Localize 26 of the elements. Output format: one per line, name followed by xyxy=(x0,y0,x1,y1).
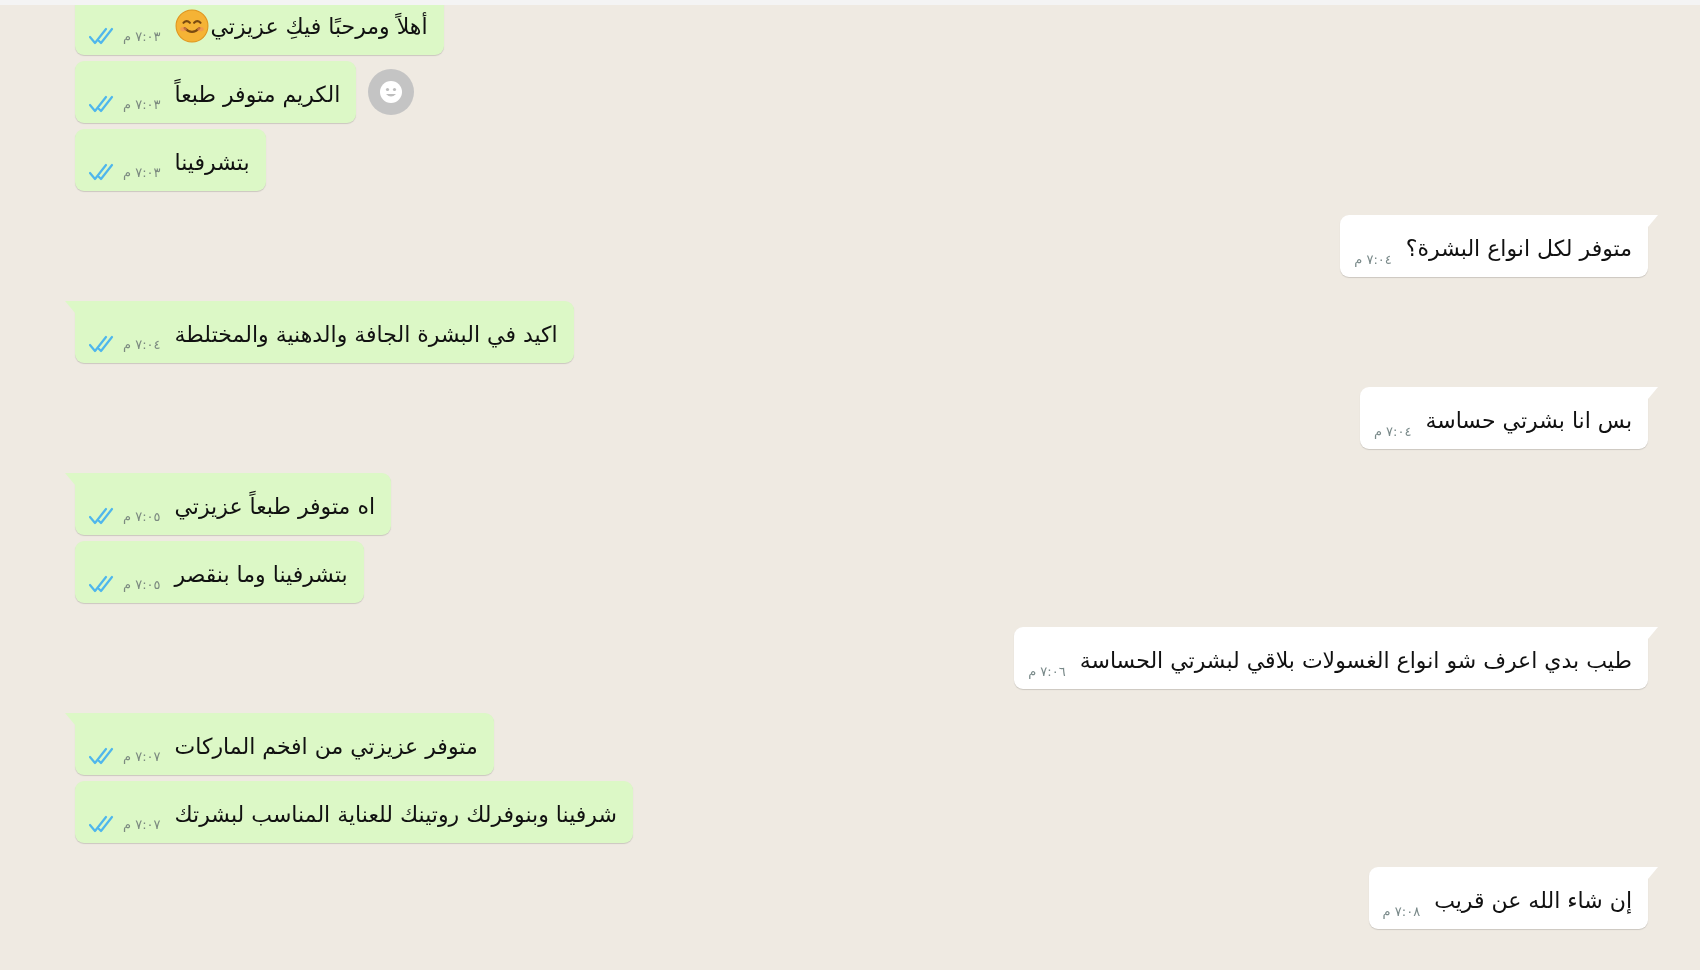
message-text: متوفر عزيزتي من افخم الماركات xyxy=(174,733,478,759)
message-time: ٧:٠٣ م xyxy=(123,28,161,44)
message-time: ٧:٠٤ م xyxy=(1373,424,1412,439)
message-text: طيب بدي اعرف شو انواع الغسولات بلاقي لبشرتي الحساسة xyxy=(1079,647,1632,673)
message-time: ٧:٠٣ م xyxy=(123,96,161,112)
message-time: ٧:٠٥ م xyxy=(123,576,161,592)
message-text: بتشرفينا xyxy=(174,149,250,175)
message-time: ٧:٠٧ م xyxy=(123,816,161,832)
message-time: ٧:٠٤ م xyxy=(1354,252,1392,267)
message-time: ٧:٠٣ م xyxy=(123,164,161,180)
message-time: ٧:٠٤ م xyxy=(123,336,161,352)
message-text: اكيد في البشرة الجافة والدهنية والمختلطة xyxy=(174,321,558,347)
message-text: الكريم متوفر طبعاً xyxy=(174,81,341,107)
message-time: ٧:٠٦ م xyxy=(1028,664,1066,679)
message-text: أهلاً ومرحبًا فيكِ عزيزتي xyxy=(210,13,428,39)
message-time: ٧:٠٨ م xyxy=(1382,904,1421,919)
smiley-icon xyxy=(379,80,404,104)
message-text: متوفر لكل انواع البشرة؟ xyxy=(1405,235,1632,261)
message-text: إن شاء الله عن قريب xyxy=(1434,887,1632,913)
message-text: اه متوفر طبعاً عزيزتي xyxy=(174,493,376,519)
message-text: شرفينا وبنوفرلك روتينك للعناية المناسب لبشرتك xyxy=(174,801,617,827)
message-time: ٧:٠٥ م xyxy=(123,508,161,524)
message-time: ٧:٠٧ م xyxy=(123,748,161,764)
message-text: بتشرفينا وما بنقصر xyxy=(174,561,348,587)
reaction-button[interactable] xyxy=(368,69,415,115)
message-text: بس انا بشرتي حساسة xyxy=(1425,407,1632,433)
